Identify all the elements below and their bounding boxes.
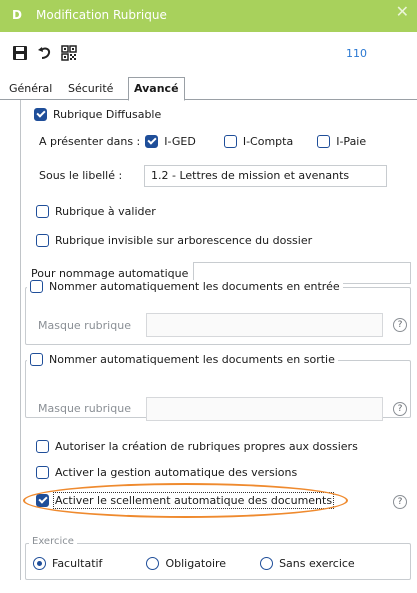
diffusable-checkbox[interactable] <box>34 108 47 121</box>
sortie-help-icon[interactable]: ? <box>393 402 407 416</box>
tab-general[interactable]: Général <box>4 80 57 100</box>
entree-help-icon[interactable]: ? <box>393 318 407 332</box>
entree-legend: Nommer automatiquement les documents en … <box>27 280 343 293</box>
sortie-legend-label: Nommer automatiquement les documents en … <box>49 353 335 366</box>
gestion-versions-row: Activer la gestion automatique des versi… <box>36 466 297 479</box>
target-iged-checkbox[interactable] <box>145 135 159 148</box>
nommage-label: Pour nommage automatique <box>31 267 189 280</box>
rubrique-valider-label: Rubrique à valider <box>55 205 156 218</box>
advanced-panel: Rubrique Diffusable A présenter dans : I… <box>20 100 415 580</box>
entree-mask-label: Masque rubrique <box>38 319 131 332</box>
close-icon[interactable]: ✕ <box>396 2 409 21</box>
rubrique-invisible-label: Rubrique invisible sur arborescence du d… <box>55 234 313 247</box>
gestion-versions-checkbox[interactable] <box>36 466 49 479</box>
presenter-row: A présenter dans : I-GED I-Compta I-Paie <box>39 135 366 148</box>
sans-exercice-label: Sans exercice <box>279 557 355 570</box>
sans-exercice-radio[interactable] <box>260 557 274 570</box>
rubrique-invisible-checkbox[interactable] <box>36 234 49 247</box>
undo-icon[interactable] <box>36 44 54 62</box>
obligatoire-radio[interactable] <box>146 557 160 570</box>
target-icompta-label: I-Compta <box>242 135 294 148</box>
gestion-versions-label: Activer la gestion automatique des versi… <box>55 466 298 479</box>
rubrique-valider-row: Rubrique à valider <box>36 205 156 218</box>
scellement-help-icon[interactable]: ? <box>393 495 407 509</box>
save-icon[interactable] <box>11 44 29 62</box>
window-title: Modification Rubrique <box>36 8 167 22</box>
obligatoire-label: Obligatoire <box>165 557 227 570</box>
nommage-row: Pour nommage automatique <box>31 267 188 280</box>
exercice-legend-label: Exercice <box>32 536 74 547</box>
diffusable-row: Rubrique Diffusable <box>34 108 161 121</box>
toolbar: 110 <box>0 32 417 76</box>
exercice-legend: Exercice <box>29 536 77 547</box>
autoriser-creation-label: Autoriser la création de rubriques propr… <box>55 440 358 453</box>
sortie-mask-label: Masque rubrique <box>38 402 131 415</box>
facultatif-label: Facultatif <box>52 557 103 570</box>
diffusable-label: Rubrique Diffusable <box>53 108 162 121</box>
target-icompta-checkbox[interactable] <box>223 135 237 148</box>
sortie-checkbox[interactable] <box>30 353 43 366</box>
qr-code-icon[interactable] <box>60 44 78 62</box>
record-number: 110 <box>346 47 367 60</box>
presenter-label: A présenter dans : <box>39 135 141 148</box>
scellement-row: Activer le scellement automatique des do… <box>36 492 335 509</box>
tab-securite[interactable]: Sécurité <box>63 80 118 100</box>
target-ipaie-label: I-Paie <box>336 135 367 148</box>
exercice-options: Facultatif Obligatoire Sans exercice <box>33 557 355 570</box>
rubrique-valider-checkbox[interactable] <box>36 205 49 218</box>
sortie-mask-input[interactable] <box>146 397 383 421</box>
scellement-checkbox[interactable] <box>36 494 49 507</box>
title-bar: D Modification Rubrique ✕ <box>0 0 417 32</box>
libelle-row: Sous le libellé : <box>39 169 122 182</box>
libelle-input[interactable]: 1.2 - Lettres de mission et avenants <box>144 165 387 187</box>
entree-checkbox[interactable] <box>30 280 43 293</box>
sortie-legend: Nommer automatiquement les documents en … <box>27 353 338 366</box>
target-iged-label: I-GED <box>164 135 196 148</box>
autoriser-creation-row: Autoriser la création de rubriques propr… <box>36 440 358 453</box>
scellement-label: Activer le scellement automatique des do… <box>52 492 335 509</box>
autoriser-creation-checkbox[interactable] <box>36 440 49 453</box>
entree-legend-label: Nommer automatiquement les documents en … <box>49 280 340 293</box>
entree-mask-row: Masque rubrique <box>38 319 131 332</box>
sortie-mask-row: Masque rubrique <box>38 402 131 415</box>
facultatif-radio[interactable] <box>33 557 46 570</box>
tab-avance[interactable]: Avancé <box>128 77 185 101</box>
tab-bar: Général Sécurité Avancé <box>0 76 417 101</box>
rubrique-invisible-row: Rubrique invisible sur arborescence du d… <box>36 234 312 247</box>
libelle-label: Sous le libellé : <box>39 169 123 182</box>
app-logo: D <box>12 8 22 22</box>
entree-mask-input[interactable] <box>146 313 383 337</box>
target-ipaie-checkbox[interactable] <box>317 135 331 148</box>
